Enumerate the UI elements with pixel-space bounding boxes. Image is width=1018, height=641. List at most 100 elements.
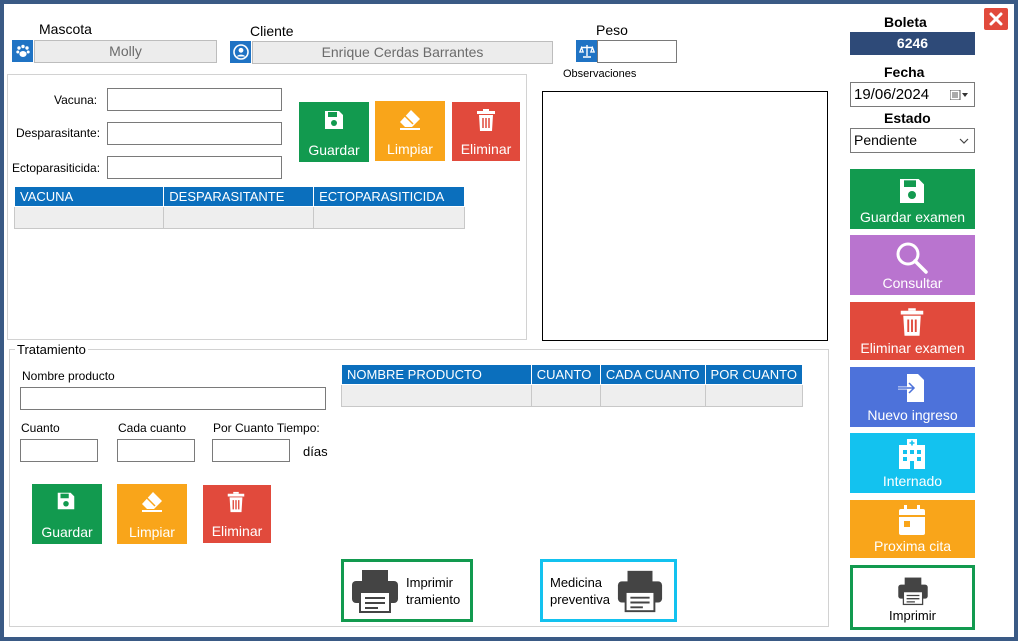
print-preventive-line2: preventiva xyxy=(550,591,610,607)
vaccine-delete-label: Eliminar xyxy=(460,141,512,157)
por-cuanto-input[interactable] xyxy=(212,439,290,462)
hospital-icon xyxy=(899,439,925,469)
col-cada-cuanto[interactable]: CADA CUANTO xyxy=(599,364,706,385)
col-por-cuanto[interactable]: POR CUANTO xyxy=(704,364,804,385)
ectoparasiticida-label: Ectoparasiticida: xyxy=(12,161,101,175)
printer-icon xyxy=(352,569,398,613)
next-appointment-label: Proxima cita xyxy=(873,538,952,554)
col-nombre-producto[interactable]: NOMBRE PRODUCTO xyxy=(341,364,532,385)
treatment-table-header: NOMBRE PRODUCTO CUANTO CADA CUANTO POR C… xyxy=(341,364,804,385)
delete-exam-label: Eliminar examen xyxy=(860,340,965,356)
print-treatment-button[interactable]: Imprimir tramiento xyxy=(341,559,473,622)
ectoparasiticida-input[interactable] xyxy=(107,156,282,179)
printer-icon xyxy=(898,577,928,606)
vacuna-label: Vacuna: xyxy=(54,93,98,107)
close-icon xyxy=(989,12,1003,26)
save-icon xyxy=(900,179,924,203)
table-row[interactable] xyxy=(13,206,465,229)
estado-select[interactable]: Pendiente xyxy=(850,128,975,153)
por-cuanto-label: Por Cuanto Tiempo: xyxy=(213,421,320,435)
delete-exam-button[interactable]: Eliminar examen xyxy=(850,302,975,360)
cuanto-label: Cuanto xyxy=(21,421,60,435)
print-preventive-button[interactable]: Medicina preventiva xyxy=(540,559,677,622)
print-label: Imprimir xyxy=(889,608,936,623)
trash-icon xyxy=(900,308,924,336)
printer-icon xyxy=(617,570,663,612)
internado-button[interactable]: Internado xyxy=(850,433,975,493)
product-name-input[interactable] xyxy=(20,387,326,410)
print-treatment-line2: tramiento xyxy=(406,591,461,607)
treatment-clear-label: Limpiar xyxy=(129,524,175,540)
treatment-save-label: Guardar xyxy=(41,524,93,540)
vacuna-input[interactable] xyxy=(107,88,282,111)
print-treatment-line1: Imprimir xyxy=(406,574,453,590)
consult-button[interactable]: Consultar xyxy=(850,235,975,295)
eraser-icon xyxy=(142,492,162,512)
consult-label: Consultar xyxy=(882,275,943,291)
col-ectoparasiticida[interactable]: ECTOPARASITICIDA xyxy=(313,186,465,207)
vaccine-delete-button[interactable]: Eliminar xyxy=(452,102,520,161)
scale-icon xyxy=(576,40,597,62)
save-exam-button[interactable]: Guardar examen xyxy=(850,169,975,229)
weight-label: Peso xyxy=(596,22,628,38)
desparasitante-input[interactable] xyxy=(107,122,282,145)
table-row[interactable] xyxy=(341,384,804,407)
observations-label: Observaciones xyxy=(563,68,637,80)
fecha-label: Fecha xyxy=(884,64,925,80)
weight-input[interactable] xyxy=(597,40,677,63)
save-icon xyxy=(325,111,343,129)
cada-cuanto-label: Cada cuanto xyxy=(118,421,187,435)
date-picker[interactable]: 19/06/2024 xyxy=(850,82,975,107)
pet-name-field: Molly xyxy=(34,40,217,63)
product-name-label: Nombre producto xyxy=(22,369,115,383)
save-icon xyxy=(57,492,75,510)
vaccine-clear-button[interactable]: Limpiar xyxy=(375,101,445,161)
search-icon xyxy=(896,242,928,274)
user-icon xyxy=(230,41,251,63)
close-button[interactable] xyxy=(984,8,1008,30)
print-preventive-line1: Medicina xyxy=(550,574,603,590)
boleta-label: Boleta xyxy=(884,14,927,30)
client-name-field: Enrique Cerdas Barrantes xyxy=(252,41,553,64)
estado-value: Pendiente xyxy=(854,132,918,148)
paw-icon xyxy=(12,40,33,62)
cuanto-input[interactable] xyxy=(20,439,98,462)
new-admission-button[interactable]: Nuevo ingreso xyxy=(850,367,975,427)
observations-textarea[interactable] xyxy=(542,91,828,341)
eraser-icon xyxy=(400,110,420,130)
cada-cuanto-input[interactable] xyxy=(117,439,195,462)
save-exam-label: Guardar examen xyxy=(859,209,966,225)
print-button[interactable]: Imprimir xyxy=(850,565,975,630)
trash-icon xyxy=(477,109,495,131)
date-value: 19/06/2024 xyxy=(854,86,930,103)
boleta-field: 6246 xyxy=(850,32,975,55)
estado-label: Estado xyxy=(884,110,931,126)
trash-icon xyxy=(227,491,245,513)
vaccine-save-label: Guardar xyxy=(308,142,360,158)
treatment-delete-label: Eliminar xyxy=(211,523,263,539)
col-cuanto[interactable]: CUANTO xyxy=(530,364,601,385)
treatment-title: Tratamiento xyxy=(15,342,88,357)
next-appointment-button[interactable]: Proxima cita xyxy=(850,500,975,558)
vaccine-table-header: VACUNA DESPARASITANTE ECTOPARASITICIDA xyxy=(13,186,465,207)
treatment-table[interactable]: NOMBRE PRODUCTO CUANTO CADA CUANTO POR C… xyxy=(341,364,804,407)
calendar-dropdown-icon[interactable] xyxy=(950,90,970,100)
vaccine-clear-label: Limpiar xyxy=(387,141,433,157)
vaccine-save-button[interactable]: Guardar xyxy=(299,102,369,162)
chevron-down-icon xyxy=(959,138,969,144)
exam-window: Mascota Molly Cliente Enrique Cerdas Bar… xyxy=(0,0,1018,641)
desparasitante-label: Desparasitante: xyxy=(16,126,101,140)
internado-label: Internado xyxy=(882,473,943,489)
calendar-icon xyxy=(899,505,925,535)
new-admission-label: Nuevo ingreso xyxy=(867,407,958,423)
dias-label: días xyxy=(303,444,328,459)
vaccine-table[interactable]: VACUNA DESPARASITANTE ECTOPARASITICIDA xyxy=(13,186,465,229)
col-desparasitante[interactable]: DESPARASITANTE xyxy=(163,186,315,207)
treatment-delete-button[interactable]: Eliminar xyxy=(203,485,271,543)
sign-in-icon xyxy=(898,374,924,402)
col-vacuna[interactable]: VACUNA xyxy=(13,186,165,207)
pet-label: Mascota xyxy=(39,21,92,37)
treatment-clear-button[interactable]: Limpiar xyxy=(117,484,187,544)
treatment-save-button[interactable]: Guardar xyxy=(32,484,102,544)
client-label: Cliente xyxy=(250,23,294,39)
